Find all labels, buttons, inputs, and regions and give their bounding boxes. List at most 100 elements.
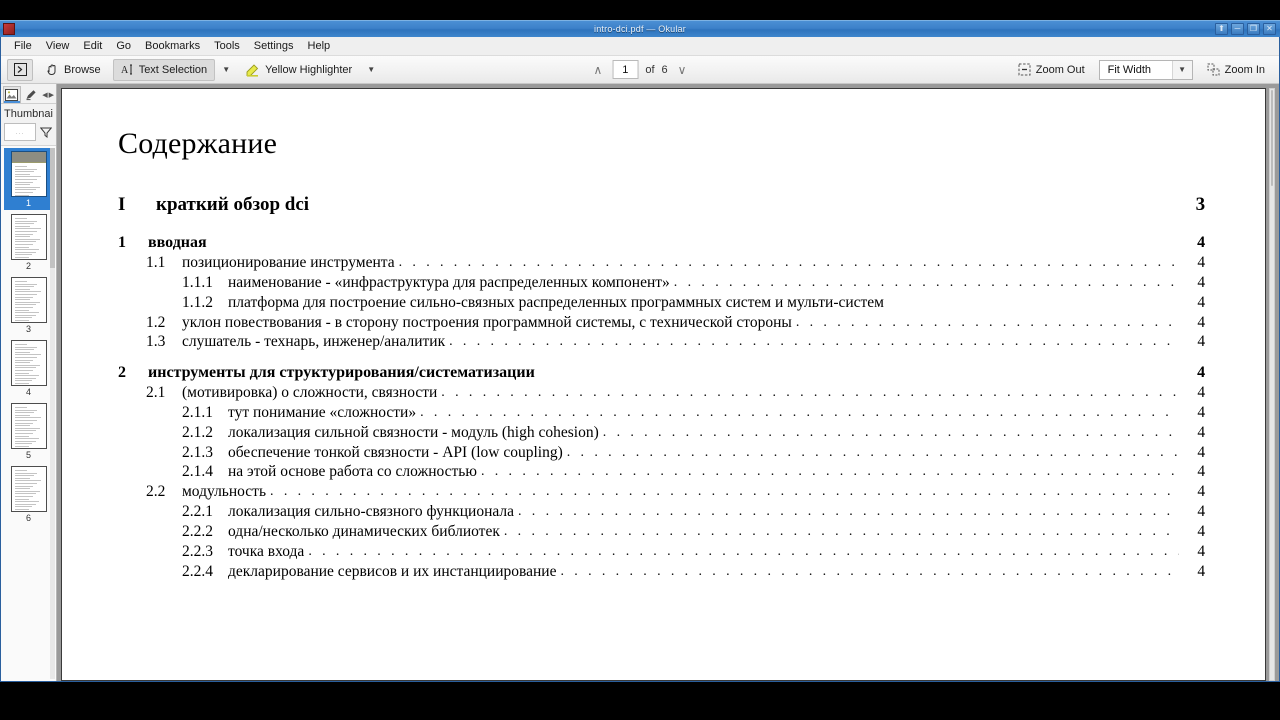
toc-entry-title: наименование - «инфраструктура для распр… — [228, 273, 670, 291]
thumbnail-text-lines — [12, 404, 46, 448]
sidebar-tabs-next-icon[interactable]: ▶ — [49, 91, 54, 99]
toc-entry-page-number: 4 — [1197, 273, 1206, 291]
toc-entry-leader-dots: . . . . . . . . . . . . . . . . . . . . … — [308, 544, 1179, 559]
thumbnail-item[interactable]: 4 — [4, 337, 53, 399]
toc-entry-title: уклон повествования - в сторону построен… — [182, 313, 792, 331]
filter-button[interactable] — [39, 124, 53, 140]
toc-entry-leader-dots: . . . . . . . . . . . . . . . . . . . . … — [602, 425, 1179, 440]
thumbnail-header-band — [11, 152, 46, 163]
thumbnail-scrollbar[interactable] — [50, 148, 55, 679]
hand-icon — [47, 64, 56, 75]
toc-entry-number: 2.1.2 — [182, 423, 213, 441]
window-title: intro-dci.pdf — Okular — [594, 24, 686, 34]
toc-entry[interactable]: 2.1.1 тут понимание «сложности». . . . . … — [182, 404, 1206, 422]
toc-entry-page-number: 4 — [1197, 404, 1206, 421]
pdf-page[interactable]: Содержание Iкраткий обзор dci . . . . . .… — [61, 88, 1267, 681]
toc-entry-title: локализация сильной связности - модуль (… — [228, 423, 599, 441]
menu-help[interactable]: Help — [301, 38, 338, 54]
previous-page-button[interactable]: ∧ — [591, 63, 606, 77]
sidebar-tabs-prev-icon[interactable]: ◀ — [42, 91, 47, 99]
thumbnail-preview — [10, 403, 47, 449]
toc-entry[interactable]: 1.2 уклон повествования - в сторону постр… — [146, 313, 1206, 332]
maximize-button[interactable]: ❐ — [1247, 23, 1260, 35]
thumbnail-item[interactable]: 6 — [4, 463, 53, 525]
thumbnail-text-lines — [12, 163, 46, 196]
shade-button[interactable]: ⬆ — [1215, 23, 1228, 35]
menu-go[interactable]: Go — [109, 38, 138, 54]
zoom-select[interactable]: Fit Width ▼ — [1098, 59, 1193, 80]
toc-entry[interactable]: 2.2.1 локализация сильно-связного функцио… — [182, 503, 1205, 521]
toc-entry[interactable]: 2.2.3 точка входа. . . . . . . . . . . . … — [182, 543, 1205, 561]
zoom-controls: Zoom Out Fit Width ▼ Zoom In — [1010, 59, 1273, 81]
thumbnail-item[interactable]: 5 — [4, 400, 53, 462]
thumbnail-item[interactable]: 2 — [4, 211, 53, 273]
table-of-contents: Iкраткий обзор dci . . . . . . . . . . . … — [118, 194, 1206, 581]
toc-entry-page-number: 4 — [1197, 313, 1206, 331]
menu-view[interactable]: View — [39, 38, 77, 54]
menu-bookmarks[interactable]: Bookmarks — [138, 38, 207, 54]
zoom-dropdown-arrow[interactable]: ▼ — [1171, 60, 1192, 79]
toc-entry[interactable]: 2.2 модульность. . . . . . . . . . . . . … — [146, 483, 1205, 501]
show-sidebar-button[interactable] — [7, 58, 33, 81]
sidebar-item-thumbnails[interactable] — [3, 86, 21, 103]
toc-entry[interactable]: 2.2.4 декларирование сервисов и их инстан… — [182, 562, 1206, 581]
zoom-out-button[interactable]: Zoom Out — [1010, 59, 1093, 81]
toc-entry-number: 2.1 — [146, 384, 166, 402]
text-selection-dropdown-arrow[interactable]: ▼ — [219, 59, 233, 81]
sidebar-tab-scroll-arrows[interactable]: ◀ ▶ — [42, 91, 54, 99]
thumbnail-item[interactable]: 3 — [4, 274, 53, 336]
toc-entry[interactable]: 2 инструменты для структурирования/систем… — [118, 364, 1205, 382]
toc-entry-title: слушатель - технарь, инженер/аналитик — [182, 333, 446, 351]
text-selection-tool-button[interactable]: A Text Selection — [112, 58, 216, 81]
menu-tools[interactable]: Tools — [207, 38, 247, 54]
menu-edit[interactable]: Edit — [76, 38, 109, 54]
next-page-button[interactable]: ∨ — [675, 63, 690, 77]
toc-entry[interactable]: 1.1.2 платформа для построение сильно-свя… — [182, 293, 1205, 312]
thumbnail-item[interactable]: 1 — [4, 148, 53, 210]
highlighter-dropdown-arrow[interactable]: ▼ — [364, 59, 378, 81]
zoom-out-icon — [1018, 63, 1031, 76]
close-button[interactable]: ✕ — [1263, 23, 1276, 35]
thumbnail-page-number: 1 — [25, 198, 31, 208]
toc-entry[interactable]: 1вводная. . . . . . . . . . . . . . . . … — [118, 234, 1205, 252]
thumbnail-preview — [10, 466, 47, 512]
menu-settings[interactable]: Settings — [247, 38, 301, 54]
thumbnail-search-input[interactable]: ... — [4, 123, 36, 141]
app-icon — [3, 23, 15, 35]
menubar: File View Edit Go Bookmarks Tools Settin… — [1, 37, 1279, 56]
toc-entry-leader-dots: . . . . . . . . . . . . . . . . . . . . … — [566, 445, 1179, 460]
toc-entry[interactable]: 2.2.2 одна/несколько динамических библиот… — [182, 522, 1205, 541]
toc-entry[interactable]: Iкраткий обзор dci. . . . . . . . . . . … — [118, 194, 1205, 215]
sidebar-item-annotations[interactable] — [23, 86, 41, 103]
toc-entry[interactable]: 1.1.1 наименование - «инфраструктура для … — [182, 273, 1206, 292]
toc-entry[interactable]: 2.1 (мотивировка) о сложности, связности.… — [146, 384, 1205, 402]
menu-file[interactable]: File — [7, 38, 39, 54]
thumbnail-preview — [10, 151, 47, 197]
document-vertical-scrollbar[interactable] — [1269, 88, 1275, 681]
thumbnail-text-lines — [12, 215, 46, 259]
zoom-in-button[interactable]: Zoom In — [1199, 59, 1273, 81]
toc-entry[interactable]: 1.1 позиционирование инструмента. . . . .… — [146, 254, 1205, 272]
toc-entry-number: 1 — [118, 234, 126, 252]
toc-entry[interactable]: 2.1.2 локализация сильной связности - мод… — [182, 423, 1206, 442]
toc-entry-page-number: 4 — [1197, 423, 1206, 441]
toc-entry-leader-dots: . . . . . . . . . . . . . . . . . . . . … — [480, 465, 1179, 480]
document-viewport[interactable]: Содержание Iкраткий обзор dci . . . . . .… — [57, 84, 1279, 681]
toc-entry-number: 1.3 — [146, 333, 166, 351]
toc-entry-number: 1.1.2 — [182, 293, 213, 311]
toc-entry-number: 2.2.2 — [182, 522, 213, 540]
toc-entry[interactable]: 2.1.4 на этой основе работа со сложностью… — [182, 464, 1205, 481]
toc-entry-page-number: 4 — [1197, 562, 1206, 580]
sidebar-tabbar: ◀ ▶ — [1, 84, 56, 104]
page-of-label: of — [645, 63, 655, 76]
toc-entry[interactable]: 2.1.3 обеспечение тонкой связности - API … — [182, 444, 1205, 462]
browse-tool-button[interactable]: Browse — [37, 59, 109, 81]
toc-entry-leader-dots: . . . . . . . . . . . . . . . . . . . . … — [441, 386, 1180, 401]
yellow-highlighter-button[interactable]: Yellow Highlighter — [237, 59, 360, 81]
toc-entry[interactable]: 1.3 слушатель - технарь, инженер/аналитик… — [146, 333, 1205, 351]
page-number-input[interactable] — [612, 60, 639, 79]
minimize-button[interactable]: ─ — [1231, 23, 1244, 35]
thumbnail-list[interactable]: 1 2 3 4 5 6 — [1, 145, 56, 681]
window-titlebar[interactable]: intro-dci.pdf — Okular ⬆ ─ ❐ ✕ — [0, 20, 1280, 37]
toc-entry-number: 2.1.1 — [182, 404, 213, 421]
